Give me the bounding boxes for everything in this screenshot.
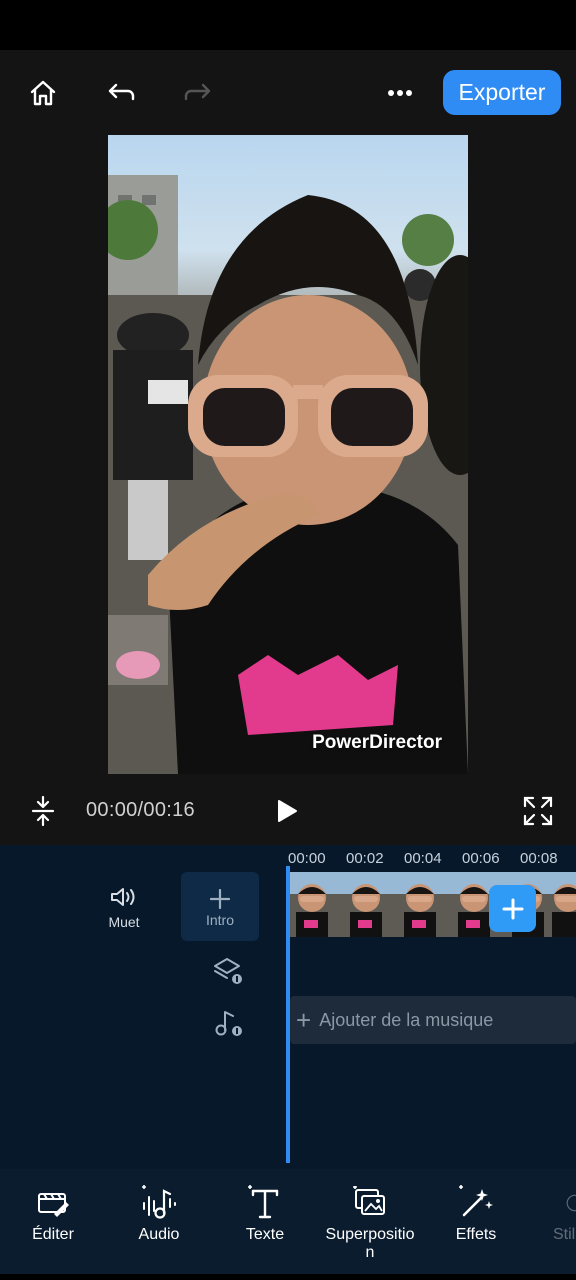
play-icon[interactable] bbox=[272, 796, 302, 826]
ruler-label: 00:08 bbox=[520, 850, 558, 867]
tool-label: Superpositio n bbox=[325, 1226, 415, 1261]
fullscreen-icon[interactable] bbox=[521, 794, 555, 828]
watermark: PowerDirector bbox=[312, 732, 442, 753]
overlay-layer-icon bbox=[212, 955, 244, 987]
tool-label: Éditer bbox=[32, 1226, 74, 1243]
tool-overlay[interactable]: Superpositio n bbox=[322, 1180, 418, 1270]
add-music-row[interactable]: + Ajouter de la musique bbox=[290, 996, 576, 1044]
audio-icon bbox=[124, 1180, 194, 1226]
effects-icon bbox=[441, 1180, 511, 1226]
ruler-label: 00:00 bbox=[288, 850, 326, 867]
playback-time: 00:00/00:16 bbox=[86, 799, 195, 821]
music-track-icon bbox=[212, 1007, 244, 1039]
tool-label: Stil bbox=[553, 1226, 576, 1243]
export-button[interactable]: Exporter bbox=[443, 70, 561, 115]
tool-sticker[interactable]: Stil bbox=[545, 1180, 576, 1270]
split-view-icon[interactable] bbox=[28, 795, 58, 827]
tool-label: Texte bbox=[245, 1226, 285, 1243]
overlay-icon bbox=[322, 1180, 418, 1226]
tool-audio[interactable]: Audio bbox=[124, 1180, 194, 1270]
tool-label: Effets bbox=[455, 1226, 497, 1243]
text-icon bbox=[230, 1180, 300, 1226]
speaker-icon[interactable] bbox=[109, 884, 139, 910]
tool-label: Audio bbox=[138, 1226, 180, 1243]
add-music-label: Ajouter de la musique bbox=[319, 1009, 494, 1030]
plus-icon bbox=[502, 898, 523, 919]
ruler-label: 00:02 bbox=[346, 850, 384, 867]
intro-label: Intro bbox=[205, 912, 234, 928]
mute-label[interactable]: Muet bbox=[96, 914, 152, 930]
tool-effects[interactable]: Effets bbox=[441, 1180, 511, 1270]
more-icon[interactable] bbox=[383, 78, 417, 108]
system-nav-bar bbox=[0, 1274, 576, 1280]
ruler-label: 00:06 bbox=[462, 850, 500, 867]
preview-frame bbox=[108, 175, 468, 774]
tool-edit[interactable]: Éditer bbox=[18, 1180, 88, 1270]
redo-icon[interactable] bbox=[181, 76, 215, 110]
tool-text[interactable]: Texte bbox=[230, 1180, 300, 1270]
add-intro-icon[interactable] bbox=[206, 886, 234, 912]
edit-icon bbox=[18, 1180, 88, 1226]
plus-icon: + bbox=[296, 1005, 312, 1035]
ruler-label: 00:04 bbox=[404, 850, 442, 867]
status-bar bbox=[0, 0, 576, 50]
add-clip-button[interactable] bbox=[489, 885, 536, 932]
video-preview[interactable]: PowerDirector bbox=[108, 135, 468, 774]
sticker-icon bbox=[545, 1180, 576, 1226]
home-icon[interactable] bbox=[26, 76, 60, 110]
undo-icon[interactable] bbox=[104, 76, 138, 110]
